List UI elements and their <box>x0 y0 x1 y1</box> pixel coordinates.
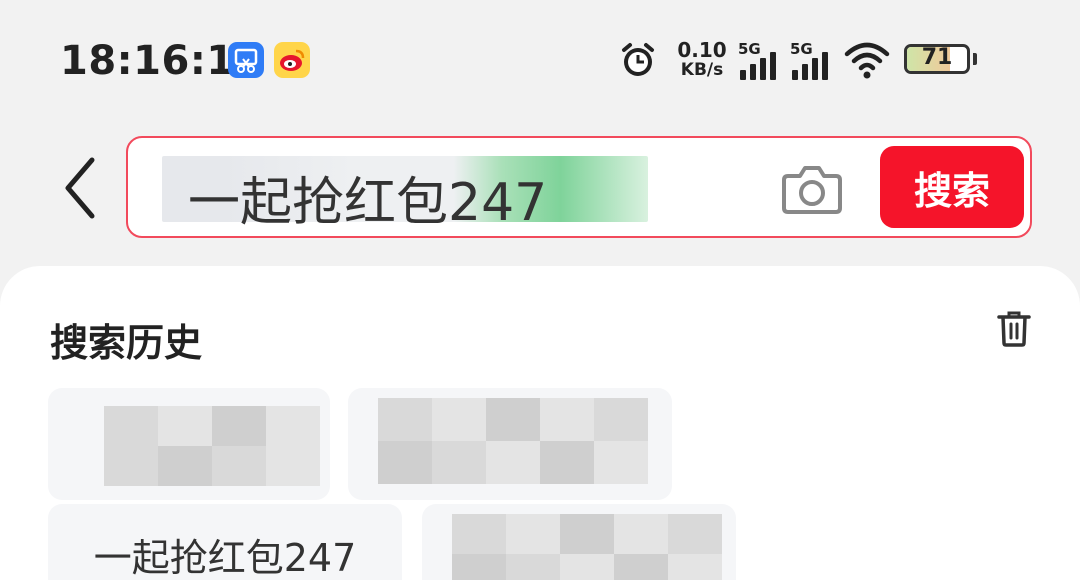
search-input[interactable]: 一起抢红包247 <box>162 156 648 233</box>
search-button[interactable]: 搜索 <box>880 146 1024 228</box>
redaction-mosaic <box>452 514 722 580</box>
wifi-icon <box>844 40 890 80</box>
battery-level: 71 <box>921 45 953 70</box>
back-button[interactable] <box>58 150 102 226</box>
camera-icon[interactable] <box>780 158 844 218</box>
history-item-redacted[interactable] <box>48 388 330 500</box>
network-speed: 0.10 KB/s <box>677 38 727 80</box>
battery-icon: 71 <box>904 44 970 74</box>
history-item[interactable]: 一起抢红包247 <box>48 504 402 580</box>
alarm-icon <box>618 40 658 80</box>
history-title: 搜索历史 <box>50 321 203 365</box>
trash-icon[interactable] <box>994 308 1034 348</box>
weibo-icon <box>274 42 310 78</box>
history-item-redacted[interactable] <box>422 504 736 580</box>
signal-icon: 5G <box>790 40 836 80</box>
signal-icon: 5G <box>738 40 784 80</box>
redaction-mosaic <box>378 398 648 484</box>
search-history-panel: 搜索历史 一起抢红包247 <box>0 266 1080 580</box>
status-bar: 18:16:12 0.10 KB/s 5G 5G 71 <box>0 0 1080 120</box>
battery-cap <box>973 53 977 65</box>
history-item-label: 一起抢红包247 <box>93 535 357 580</box>
search-query-text: 一起抢红包247 <box>188 173 548 233</box>
scissor-app-icon <box>228 42 264 78</box>
search-box[interactable]: 一起抢红包247 搜索 <box>126 136 1032 238</box>
redaction-mosaic <box>104 406 320 486</box>
history-item-redacted[interactable] <box>348 388 672 500</box>
